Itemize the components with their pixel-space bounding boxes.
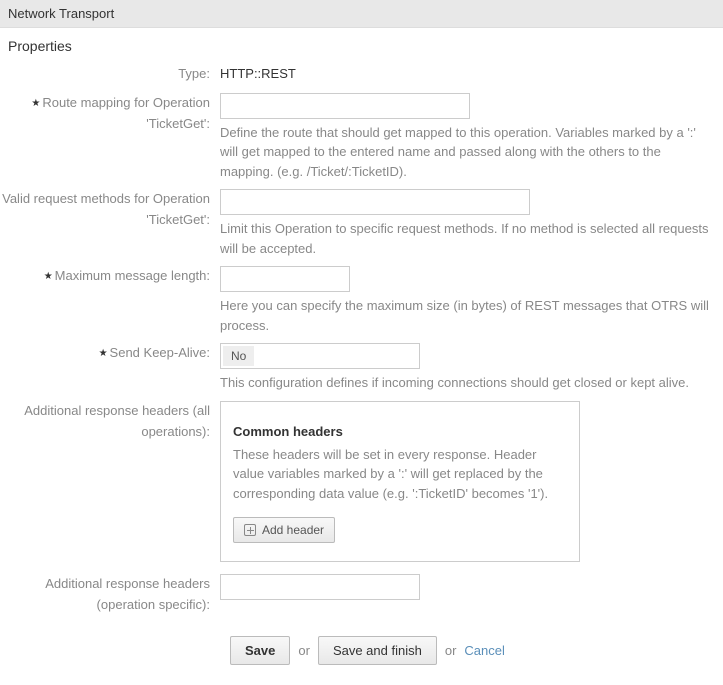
add-header-button[interactable]: Add header [233, 517, 335, 543]
star-icon: ★ [99, 348, 108, 359]
row-methods: Valid request methods for Operation 'Tic… [0, 189, 723, 258]
type-value: HTTP::REST [220, 64, 713, 81]
route-label: Route mapping for Operation 'TicketGet': [42, 95, 210, 131]
methods-label: Valid request methods for Operation 'Tic… [0, 189, 220, 231]
add-header-label: Add header [262, 523, 324, 537]
headers-op-input[interactable] [220, 574, 420, 600]
row-headers-op: Additional response headers (operation s… [0, 574, 723, 616]
common-headers-title: Common headers [233, 424, 567, 439]
header-title: Network Transport [8, 6, 114, 21]
headers-all-label: Additional response headers (all operati… [0, 401, 220, 443]
row-type: Type: HTTP::REST [0, 64, 723, 85]
row-route: ★Route mapping for Operation 'TicketGet'… [0, 93, 723, 182]
common-headers-desc: These headers will be set in every respo… [233, 445, 567, 504]
route-input[interactable] [220, 93, 470, 119]
keepalive-select[interactable]: No [220, 343, 420, 369]
row-maxlen: ★Maximum message length: Here you can sp… [0, 266, 723, 335]
or-text: or [298, 643, 310, 658]
keepalive-help: This configuration defines if incoming c… [220, 373, 713, 393]
common-headers-box: Common headers These headers will be set… [220, 401, 580, 563]
keepalive-value: No [223, 346, 254, 366]
row-keepalive: ★Send Keep-Alive: No This configuration … [0, 343, 723, 393]
actions-row: Save or Save and finish or Cancel [230, 624, 723, 685]
save-finish-button[interactable]: Save and finish [318, 636, 437, 665]
route-help: Define the route that should get mapped … [220, 123, 713, 182]
keepalive-label: Send Keep-Alive: [110, 345, 210, 360]
headers-op-label: Additional response headers (operation s… [0, 574, 220, 616]
type-label: Type: [0, 64, 220, 85]
row-headers-all: Additional response headers (all operati… [0, 401, 723, 563]
plus-icon [244, 524, 256, 536]
maxlen-input[interactable] [220, 266, 350, 292]
star-icon: ★ [31, 98, 40, 109]
methods-help: Limit this Operation to specific request… [220, 219, 713, 258]
header-bar: Network Transport [0, 0, 723, 28]
methods-input[interactable] [220, 189, 530, 215]
or-text: or [445, 643, 457, 658]
star-icon: ★ [44, 271, 53, 282]
save-button[interactable]: Save [230, 636, 290, 665]
maxlen-label: Maximum message length: [55, 268, 210, 283]
cancel-link[interactable]: Cancel [464, 643, 504, 658]
maxlen-help: Here you can specify the maximum size (i… [220, 296, 713, 335]
section-title: Properties [0, 28, 723, 64]
